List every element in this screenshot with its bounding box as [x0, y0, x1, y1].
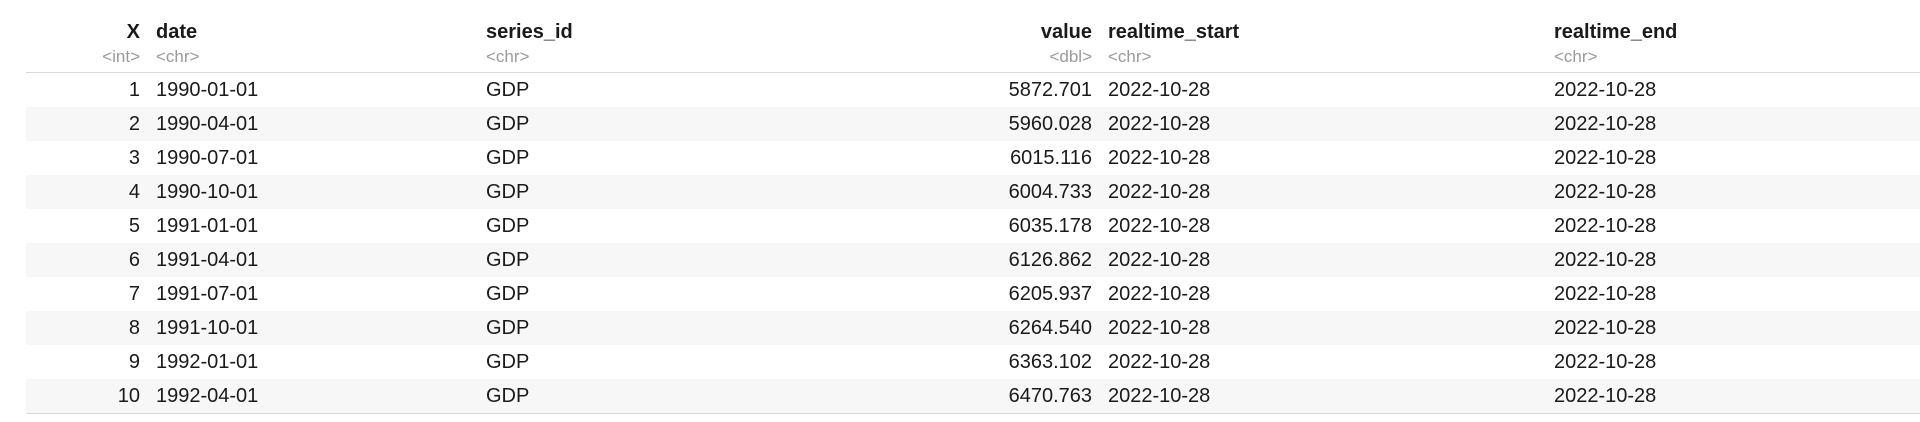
table-cell: 7 — [128, 282, 140, 305]
table-cell: 2022-10-28 — [1554, 214, 1657, 237]
table-cell: 6205.937 — [1008, 282, 1092, 305]
column-name: X — [126, 21, 140, 43]
table-cell: 6264.540 — [1008, 316, 1092, 339]
table-cell: 1991-10-01 — [156, 316, 259, 339]
table-cell: 1990-10-01 — [156, 180, 259, 203]
table-cell: GDP — [486, 282, 530, 305]
table-cell: 3 — [128, 146, 140, 169]
table-cell: 1990-04-01 — [156, 112, 259, 135]
table-cell: GDP — [486, 146, 530, 169]
table-cell: 6004.733 — [1008, 180, 1092, 203]
table-row[interactable]: 9 1992-01-01 GDP 6363.102 2022-10-28 2022-10-… — [26, 345, 1920, 379]
table-cell: 9 — [128, 350, 140, 373]
table-cell: 6363.102 — [1008, 350, 1092, 373]
table-cell: 2022-10-28 — [1108, 350, 1211, 373]
table-row[interactable]: 10 1992-04-01 GDP 6470.763 2022-10-28 2022-10… — [26, 379, 1920, 414]
column-header-value[interactable]: value <dbl> — [818, 18, 1100, 73]
table-cell: 2022-10-28 — [1554, 316, 1657, 339]
table-cell: 2022-10-28 — [1554, 282, 1657, 305]
table-cell: GDP — [486, 78, 530, 101]
table-cell: 1991-07-01 — [156, 282, 259, 305]
table-cell: 2022-10-28 — [1108, 214, 1211, 237]
column-header-series-id[interactable]: series_id <chr> — [478, 18, 818, 73]
table-cell: 2022-10-28 — [1108, 78, 1211, 101]
table-cell: 6035.178 — [1008, 214, 1092, 237]
table-cell: 2022-10-28 — [1554, 384, 1657, 407]
column-header-date[interactable]: date <chr> — [148, 18, 478, 73]
table-cell: 1992-04-01 — [156, 384, 259, 407]
column-type: <dbl> — [1049, 47, 1092, 66]
column-type: <chr> — [486, 47, 530, 66]
table-cell: 2022-10-28 — [1554, 146, 1657, 169]
table-row[interactable]: 4 1990-10-01 GDP 6004.733 2022-10-28 2022-10-… — [26, 175, 1920, 209]
table-cell: 2022-10-28 — [1554, 78, 1657, 101]
table-cell: GDP — [486, 350, 530, 373]
table-cell: 1 — [128, 78, 140, 101]
table-cell: 2 — [128, 112, 140, 135]
table-cell: 8 — [128, 316, 140, 339]
table-body: 1 1990-01-01 GDP 5872.701 2022-10-28 2022-10-… — [26, 73, 1920, 414]
table-cell: 1992-01-01 — [156, 350, 259, 373]
table-cell: 5872.701 — [1008, 78, 1092, 101]
table-cell: GDP — [486, 180, 530, 203]
table-cell: 5 — [128, 214, 140, 237]
table-cell: 4 — [128, 180, 140, 203]
table-cell: GDP — [486, 316, 530, 339]
table-row[interactable]: 2 1990-04-01 GDP 5960.028 2022-10-28 2022-10-… — [26, 107, 1920, 141]
table-cell: 6126.862 — [1008, 248, 1092, 271]
table-row[interactable]: 8 1991-10-01 GDP 6264.540 2022-10-28 2022-10-… — [26, 311, 1920, 345]
header-row: X <int> date <chr> series_id <chr> value… — [26, 18, 1920, 73]
column-header-x[interactable]: X <int> — [26, 18, 148, 73]
column-name: date — [156, 21, 198, 43]
data-table-container: X <int> date <chr> series_id <chr> value… — [26, 18, 1920, 414]
column-name: realtime_start — [1108, 21, 1240, 43]
table-cell: 1991-01-01 — [156, 214, 259, 237]
column-type: <chr> — [1108, 47, 1152, 66]
column-type: <chr> — [156, 47, 200, 66]
table-cell: 2022-10-28 — [1108, 316, 1211, 339]
column-name: value — [1040, 21, 1092, 43]
column-name: realtime_end — [1554, 21, 1678, 43]
table-cell: GDP — [486, 112, 530, 135]
table-row[interactable]: 3 1990-07-01 GDP 6015.116 2022-10-28 2022-10-… — [26, 141, 1920, 175]
column-header-realtime-end[interactable]: realtime_end <chr> — [1546, 18, 1920, 73]
table-cell: 1990-07-01 — [156, 146, 259, 169]
column-type: <int> — [102, 47, 140, 66]
table-cell: 5960.028 — [1008, 112, 1092, 135]
table-row[interactable]: 1 1990-01-01 GDP 5872.701 2022-10-28 2022-10-… — [26, 73, 1920, 108]
data-table: X <int> date <chr> series_id <chr> value… — [26, 18, 1920, 414]
table-cell: 2022-10-28 — [1108, 282, 1211, 305]
table-cell: 2022-10-28 — [1108, 180, 1211, 203]
table-cell: 2022-10-28 — [1108, 146, 1211, 169]
table-cell: GDP — [486, 384, 530, 407]
table-cell: 6 — [128, 248, 140, 271]
column-header-realtime-start[interactable]: realtime_start <chr> — [1100, 18, 1546, 73]
column-name: series_id — [486, 21, 573, 43]
table-cell: GDP — [486, 248, 530, 271]
table-row[interactable]: 5 1991-01-01 GDP 6035.178 2022-10-28 2022-10-… — [26, 209, 1920, 243]
table-cell: 1990-01-01 — [156, 78, 259, 101]
column-type: <chr> — [1554, 47, 1598, 66]
table-cell: 2022-10-28 — [1108, 112, 1211, 135]
table-cell: 2022-10-28 — [1554, 350, 1657, 373]
table-cell: 2022-10-28 — [1554, 112, 1657, 135]
table-row[interactable]: 7 1991-07-01 GDP 6205.937 2022-10-28 2022-10-… — [26, 277, 1920, 311]
table-cell: 2022-10-28 — [1554, 248, 1657, 271]
table-cell: GDP — [486, 214, 530, 237]
table-cell: 2022-10-28 — [1108, 384, 1211, 407]
table-row[interactable]: 6 1991-04-01 GDP 6126.862 2022-10-28 2022-10-… — [26, 243, 1920, 277]
table-cell: 1991-04-01 — [156, 248, 259, 271]
table-cell: 6015.116 — [1010, 146, 1092, 169]
table-cell: 6470.763 — [1008, 384, 1092, 407]
table-cell: 2022-10-28 — [1554, 180, 1657, 203]
table-cell: 10 — [117, 384, 140, 407]
table-cell: 2022-10-28 — [1108, 248, 1211, 271]
table-header: X <int> date <chr> series_id <chr> value… — [26, 18, 1920, 73]
